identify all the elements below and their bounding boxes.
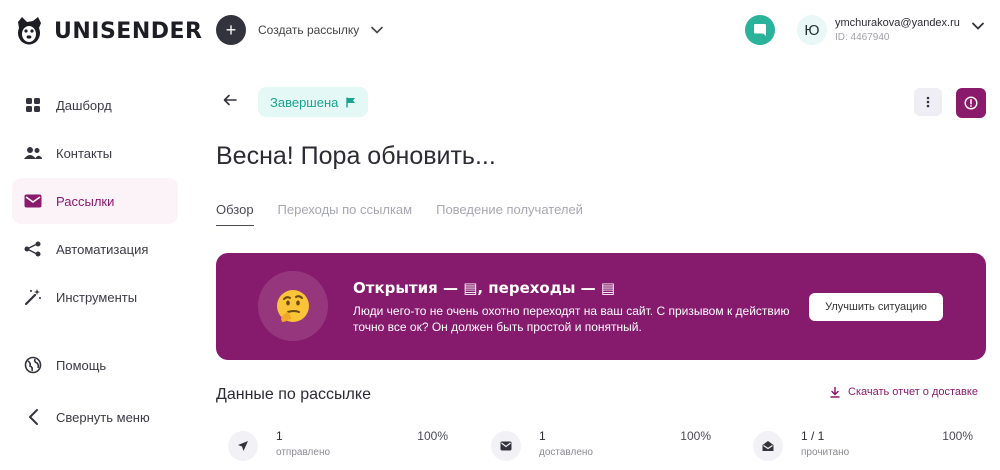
stat-delivered: 1 доставлено 100% [479,425,711,469]
logo-dog-icon [18,17,41,45]
info-circle-icon [964,96,978,110]
open-envelope-icon [753,431,783,461]
sidebar-item-label: Контакты [56,145,113,161]
user-id: ID: 4467940 [835,32,890,43]
sidebar-item-tools[interactable]: Инструменты [12,274,178,320]
section-title: Данные по рассылке [216,386,371,403]
chat-button[interactable] [745,15,775,45]
sidebar: UNISENDER Дашборд Контакты Рассылки Авто… [0,0,202,470]
flag-icon [346,97,356,107]
brand-name: UNISENDER [54,18,203,44]
sidebar-item-dashboard[interactable]: Дашборд [12,82,178,128]
sidebar-item-label: Помощь [56,357,107,373]
more-vertical-icon [926,96,930,108]
more-options-button[interactable] [914,88,942,116]
chat-icon [754,24,766,36]
stat-label: отправлено [276,447,331,458]
contacts-icon [24,144,42,162]
send-icon [228,431,258,461]
sidebar-item-help[interactable]: Помощь [12,342,178,388]
envelope-icon [491,431,521,461]
chevron-down-icon [371,26,384,34]
tab-recipient-behavior[interactable]: Поведение получателей [436,202,583,226]
sidebar-item-label: Автоматизация [56,241,149,257]
sidebar-item-automation[interactable]: Автоматизация [12,226,178,272]
main-content: Завершена Весна! Пора обновить... Обзор … [190,60,1000,470]
topbar: + Создать рассылку Ю ymchurakova@yandex.… [190,0,1000,60]
chevron-down-icon [971,22,984,30]
status-label: Завершена [270,94,339,110]
stat-sent: 1 отправлено 100% [216,425,448,469]
stat-value: 1 / 1 [801,429,825,443]
banner-text: Люди чего-то не очень охотно переходят н… [353,304,790,334]
create-campaign-label: Создать рассылку [258,23,360,37]
tabs: Обзор Переходы по ссылкам Поведение полу… [216,202,583,226]
stat-percent: 100% [942,429,973,443]
tools-icon [24,288,42,306]
stat-value: 1 [539,429,546,443]
stat-label: прочитано [801,447,850,458]
sidebar-item-label: Свернуть меню [56,409,150,425]
stat-read: 1 / 1 прочитано 100% [741,425,973,469]
page-title: Весна! Пора обновить... [216,142,496,170]
create-campaign-button[interactable]: + Создать рассылку [216,15,384,45]
avatar: Ю [797,15,827,45]
status-badge: Завершена [258,87,369,117]
user-info: ymchurakova@yandex.ru ID: 4467940 [835,17,960,43]
sidebar-item-contacts[interactable]: Контакты [12,130,178,176]
automation-icon [24,240,42,258]
download-icon [830,386,840,398]
sidebar-item-campaigns[interactable]: Рассылки [12,178,178,224]
sidebar-nav: Дашборд Контакты Рассылки Автоматизация … [12,82,178,322]
back-button[interactable] [218,88,242,112]
download-label: Скачать отчет о доставке [848,386,978,398]
help-globe-icon [24,356,42,374]
tab-link-clicks[interactable]: Переходы по ссылкам [278,202,413,226]
user-email: ymchurakova@yandex.ru [835,17,960,29]
sidebar-item-label: Инструменты [56,289,138,305]
arrow-left-icon [223,94,237,106]
dashboard-icon [24,96,42,114]
stat-percent: 100% [417,429,448,443]
sidebar-item-label: Дашборд [56,97,112,113]
banner-title: Открытия — ▤, переходы — ▤ [353,279,616,297]
download-delivery-report-link[interactable]: Скачать отчет о доставке [830,386,978,398]
sidebar-collapse-button[interactable]: Свернуть меню [12,394,178,440]
thinking-face-icon [258,271,328,341]
tab-overview[interactable]: Обзор [216,202,254,226]
user-menu[interactable]: Ю ymchurakova@yandex.ru ID: 4467940 [797,15,984,45]
stat-label: доставлено [539,447,593,458]
sidebar-bottom: Помощь Свернуть меню [12,342,178,442]
insight-banner: Открытия — ▤, переходы — ▤ Люди чего-то … [216,253,986,360]
sidebar-item-label: Рассылки [56,193,115,209]
mail-icon [24,192,42,210]
stat-percent: 100% [680,429,711,443]
chevron-left-icon [24,408,42,426]
improve-situation-button[interactable]: Улучшить ситуацию [809,293,943,321]
plus-icon: + [216,15,246,45]
logo[interactable]: UNISENDER [12,14,202,48]
info-button[interactable] [956,88,986,118]
stat-value: 1 [276,429,283,443]
